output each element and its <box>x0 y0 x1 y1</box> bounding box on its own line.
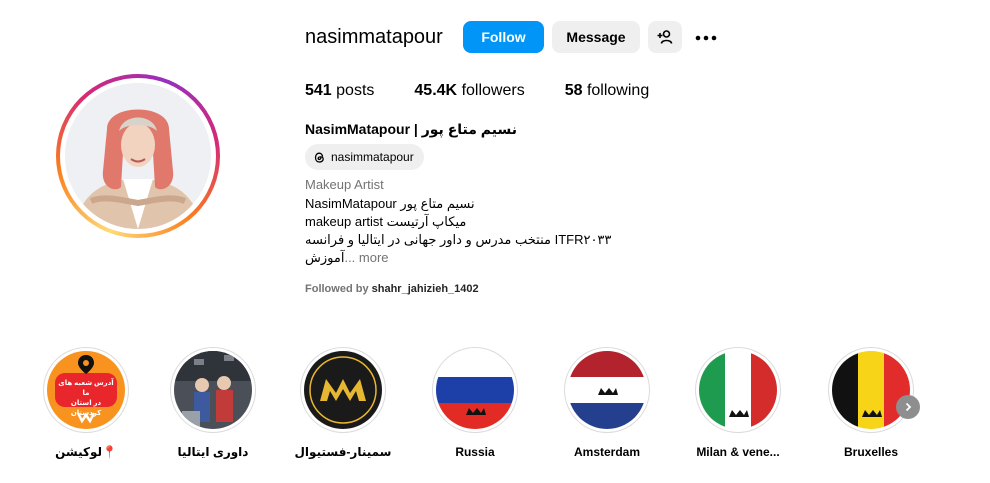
highlight-cover <box>832 351 910 429</box>
profile-bio: NasimMatapour نسیم متاع پور makeup artis… <box>305 195 635 267</box>
nm-logo-icon <box>304 351 382 429</box>
threads-link[interactable]: nasimmatapour <box>305 144 424 170</box>
following-link[interactable]: 58 following <box>565 82 650 100</box>
highlight-ring <box>300 347 386 433</box>
bio-line: آموزش <box>305 250 345 265</box>
highlight-ring <box>564 347 650 433</box>
profile-stats: 541 posts 45.4K followers 58 following <box>305 82 689 100</box>
avatar-border <box>60 78 216 234</box>
followers-link[interactable]: 45.4K followers <box>414 82 524 100</box>
posts-count: 541 posts <box>305 82 374 100</box>
netherlands-flag-icon <box>568 351 646 429</box>
location-cover-line: در استان کردستان <box>70 400 102 417</box>
highlight-label: Milan & vene... <box>696 445 780 459</box>
follow-button[interactable]: Follow <box>463 21 544 53</box>
highlight-label: لوکیشن📍 <box>55 445 117 459</box>
highlight-russia[interactable]: Russia <box>425 347 525 459</box>
highlights-next-button[interactable] <box>896 395 920 419</box>
bio-more-link[interactable]: ... more <box>344 250 388 265</box>
followed-by-prefix: Followed by <box>305 283 369 295</box>
photo-cover-art <box>174 351 252 429</box>
highlight-label: داوری ایتالیا <box>177 445 249 459</box>
followed-by-user: shahr_jahizieh_1402 <box>371 283 479 295</box>
chevron-right-icon <box>905 402 912 412</box>
followers-number: 45.4K <box>414 82 458 99</box>
avatar-portrait <box>65 83 211 229</box>
bio-line: makeup artist میکاپ آرتیست <box>305 214 467 229</box>
location-cover-text: آدرس شعبه های ما در استان کردستان <box>55 379 117 419</box>
highlight-ring: آدرس شعبه های ما در استان کردستان <box>43 347 129 433</box>
add-user-button[interactable] <box>648 21 682 53</box>
message-button[interactable]: Message <box>552 21 640 53</box>
highlight-label: Amsterdam <box>573 445 641 459</box>
highlight-label: سمینار-فستیوال <box>294 445 392 459</box>
posts-number: 541 <box>305 82 332 99</box>
more-options-icon <box>695 35 717 41</box>
highlight-ring <box>695 347 781 433</box>
more-options-button[interactable] <box>692 26 720 50</box>
highlight-location[interactable]: آدرس شعبه های ما در استان کردستان لوکیشن… <box>36 347 136 459</box>
add-user-icon <box>657 30 673 44</box>
russia-flag-icon <box>436 351 514 429</box>
highlight-cover: آدرس شعبه های ما در استان کردستان <box>47 351 125 429</box>
followers-label: followers <box>461 82 525 99</box>
profile-full-name: NasimMatapour | نسیم متاع پور <box>305 121 517 137</box>
highlight-cover <box>436 351 514 429</box>
highlight-amsterdam[interactable]: Amsterdam <box>557 347 657 459</box>
followed-by[interactable]: Followed by shahr_jahizieh_1402 <box>305 283 479 295</box>
highlight-seminar-festival[interactable]: سمینار-فستیوال <box>293 347 393 459</box>
highlight-cover <box>304 351 382 429</box>
highlight-ring <box>432 347 518 433</box>
highlight-ring <box>828 347 914 433</box>
bio-line: NasimMatapour نسیم متاع پور <box>305 196 475 211</box>
profile-username: nasimmatapour <box>305 26 443 48</box>
highlight-cover <box>568 351 646 429</box>
highlight-cover <box>174 351 252 429</box>
avatar[interactable] <box>65 83 211 229</box>
following-label: following <box>586 82 650 99</box>
italy-flag-icon <box>699 351 777 429</box>
following-number: 58 <box>564 82 583 99</box>
threads-icon <box>314 152 324 163</box>
highlight-italy-judging[interactable]: داوری ایتالیا <box>163 347 263 459</box>
highlight-ring <box>170 347 256 433</box>
bio-line: منتخب مدرس و داور جهانی در ایتالیا و فرا… <box>305 232 612 247</box>
highlight-label: Bruxelles <box>843 445 899 459</box>
highlight-milan-venice[interactable]: Milan & vene... <box>688 347 788 459</box>
location-cover-line: آدرس شعبه های ما <box>58 380 114 397</box>
belgium-flag-icon <box>832 351 910 429</box>
highlight-label: Russia <box>455 445 495 459</box>
threads-handle: nasimmatapour <box>331 150 414 164</box>
highlight-cover <box>699 351 777 429</box>
profile-avatar-ring[interactable] <box>56 74 220 238</box>
profile-category: Makeup Artist <box>305 177 384 192</box>
posts-label: posts <box>336 82 375 99</box>
bio-last-line: آموزش... more <box>305 249 635 267</box>
